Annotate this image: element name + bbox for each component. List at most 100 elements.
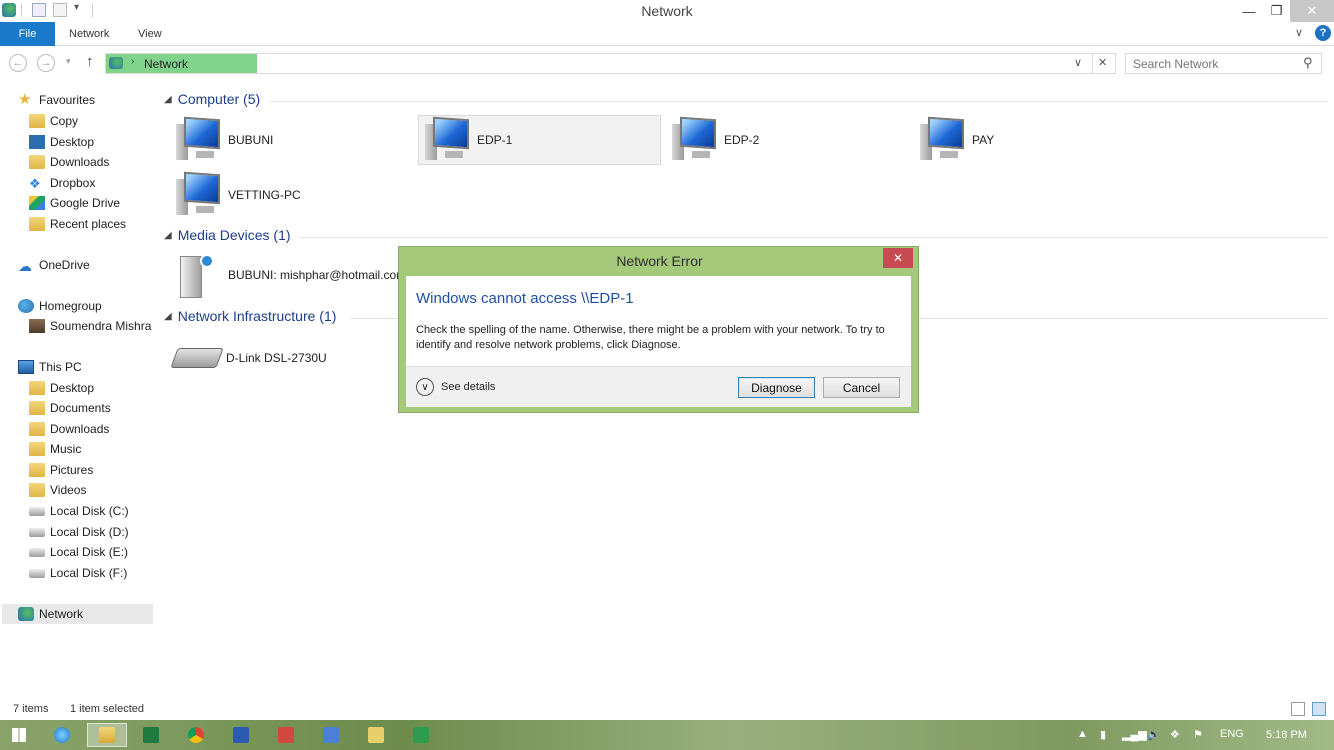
large-icons-view-icon[interactable]	[1312, 702, 1326, 716]
group-header-network-infrastructure[interactable]: ◢ Network Infrastructure (1)	[164, 308, 336, 324]
music-folder-icon	[29, 442, 45, 456]
nav-label: Dropbox	[50, 176, 96, 190]
nav-item-desktop[interactable]: Desktop	[29, 378, 94, 398]
navigation-pane: ★ Favourites Copy Desktop Downloads ❖ Drop…	[0, 86, 155, 696]
taskbar-word[interactable]	[226, 723, 256, 747]
nav-item-disk-e[interactable]: Local Disk (E:)	[29, 542, 128, 562]
nav-item-disk-d[interactable]: Local Disk (D:)	[29, 522, 129, 542]
search-box[interactable]: ⚲	[1125, 53, 1322, 74]
taskbar-chrome[interactable]	[181, 723, 211, 747]
power-icon[interactable]: ▮	[1100, 728, 1106, 741]
nav-item-disk-c[interactable]: Local Disk (C:)	[29, 501, 129, 521]
taskbar-ie[interactable]	[47, 723, 77, 747]
nav-item-videos[interactable]: Videos	[29, 480, 86, 500]
address-dropdown-icon[interactable]: ∨	[1074, 56, 1082, 69]
nav-label: Videos	[50, 483, 87, 497]
computer-tile-pay[interactable]: PAY	[914, 115, 1157, 165]
volume-icon[interactable]: 🔈	[1147, 728, 1161, 741]
search-icon[interactable]: ⚲	[1303, 55, 1313, 71]
clear-address-icon[interactable]: ✕	[1098, 56, 1107, 69]
nav-item-desktop[interactable]: Desktop	[29, 132, 94, 152]
taskbar-app[interactable]	[316, 723, 346, 747]
ribbon-tabs: File Network View ∨ ?	[0, 22, 1334, 46]
collapse-icon[interactable]: ◢	[164, 311, 172, 322]
network-signal-icon[interactable]: ▂▄▆	[1122, 728, 1147, 741]
group-header-computer[interactable]: ◢ Computer (5)	[164, 91, 260, 107]
nav-favourites[interactable]: ★ Favourites	[18, 90, 95, 110]
media-device-tile[interactable]: BUBUNI: mishphar@hotmail.com	[172, 250, 406, 300]
taskbar-app[interactable]	[361, 723, 391, 747]
collapse-icon[interactable]: ◢	[164, 230, 172, 241]
nav-this-pc[interactable]: This PC	[18, 357, 82, 377]
breadcrumb[interactable]: Network	[144, 57, 188, 71]
nav-item-documents[interactable]: Documents	[29, 398, 111, 418]
tile-label: EDP-2	[724, 133, 760, 147]
computer-tile-bubuni[interactable]: BUBUNI	[170, 115, 413, 165]
help-icon[interactable]: ?	[1315, 25, 1331, 41]
computer-icon	[672, 116, 718, 162]
details-view-icon[interactable]	[1291, 702, 1305, 716]
computer-tile-vetting-pc[interactable]: VETTING-PC	[170, 170, 413, 220]
taskbar-app[interactable]	[406, 723, 436, 747]
window-title: Network	[641, 3, 693, 19]
language-indicator[interactable]: ENG	[1220, 728, 1244, 740]
minimize-button[interactable]: —	[1235, 0, 1263, 22]
pictures-folder-icon	[29, 463, 45, 477]
search-input[interactable]	[1126, 54, 1296, 73]
nav-homegroup[interactable]: Homegroup	[18, 296, 102, 316]
nav-item-recent-places[interactable]: Recent places	[29, 214, 126, 234]
nav-item-pictures[interactable]: Pictures	[29, 460, 93, 480]
dropbox-icon[interactable]: ❖	[1170, 728, 1180, 741]
collapse-icon[interactable]: ◢	[164, 94, 172, 105]
start-button[interactable]	[4, 723, 34, 747]
nav-onedrive[interactable]: ☁ OneDrive	[18, 255, 90, 275]
see-details-toggle[interactable]: ∨ See details	[416, 378, 495, 396]
router-tile[interactable]: D-Link DSL-2730U	[170, 333, 415, 383]
computer-tile-edp-2[interactable]: EDP-2	[666, 115, 909, 165]
chevron-down-icon[interactable]: ∨	[1295, 26, 1303, 39]
tab-file[interactable]: File	[0, 22, 55, 46]
action-center-icon[interactable]: ⚑	[1193, 728, 1203, 741]
clock[interactable]: 5:18 PM	[1266, 729, 1307, 741]
media-device-icon	[176, 250, 222, 300]
dialog-footer: ∨ See details Diagnose Cancel	[406, 366, 911, 407]
nav-item-copy[interactable]: Copy	[29, 111, 78, 131]
app-icon	[413, 727, 429, 743]
close-button[interactable]: ✕	[1290, 0, 1334, 22]
back-button[interactable]: ←	[9, 54, 27, 72]
nav-item-disk-f[interactable]: Local Disk (F:)	[29, 563, 127, 583]
network-icon	[109, 57, 123, 69]
taskbar-excel[interactable]	[136, 723, 166, 747]
system-disk-icon	[29, 506, 45, 516]
tile-label: BUBUNI: mishphar@hotmail.com	[228, 268, 407, 282]
forward-button[interactable]: →	[37, 54, 55, 72]
taskbar-app[interactable]	[271, 723, 301, 747]
homegroup-icon	[18, 299, 34, 313]
taskbar-file-explorer[interactable]	[87, 723, 127, 747]
nav-item-user[interactable]: Soumendra Mishra	[29, 316, 151, 336]
nav-item-google-drive[interactable]: Google Drive	[29, 193, 120, 213]
nav-item-downloads[interactable]: Downloads	[29, 152, 109, 172]
nav-label: Downloads	[50, 155, 110, 169]
nav-item-downloads[interactable]: Downloads	[29, 419, 109, 439]
show-hidden-icons-icon[interactable]: ▲	[1077, 728, 1088, 740]
tab-view[interactable]: View	[124, 22, 176, 46]
onedrive-icon: ☁	[18, 258, 32, 274]
diagnose-button[interactable]: Diagnose	[738, 377, 815, 398]
computer-icon	[425, 116, 471, 162]
group-header-media-devices[interactable]: ◢ Media Devices (1)	[164, 227, 291, 243]
nav-item-dropbox[interactable]: ❖ Dropbox	[29, 173, 95, 193]
nav-network[interactable]: Network	[2, 604, 153, 624]
address-bar[interactable]: › Network ∨ ✕	[105, 53, 1116, 74]
cancel-button[interactable]: Cancel	[823, 377, 900, 398]
network-icon	[18, 607, 34, 621]
nav-item-music[interactable]: Music	[29, 439, 81, 459]
restore-button[interactable]: ❐	[1263, 0, 1290, 22]
network-error-dialog: Network Error ✕ Windows cannot access \\…	[398, 246, 919, 413]
computer-tile-edp-1[interactable]: EDP-1	[418, 115, 661, 165]
tab-network[interactable]: Network	[55, 22, 123, 46]
computer-icon	[176, 171, 222, 217]
recent-locations-icon[interactable]: ▾	[66, 56, 71, 67]
dialog-close-button[interactable]: ✕	[883, 248, 913, 268]
up-button[interactable]: ↑	[86, 53, 94, 70]
